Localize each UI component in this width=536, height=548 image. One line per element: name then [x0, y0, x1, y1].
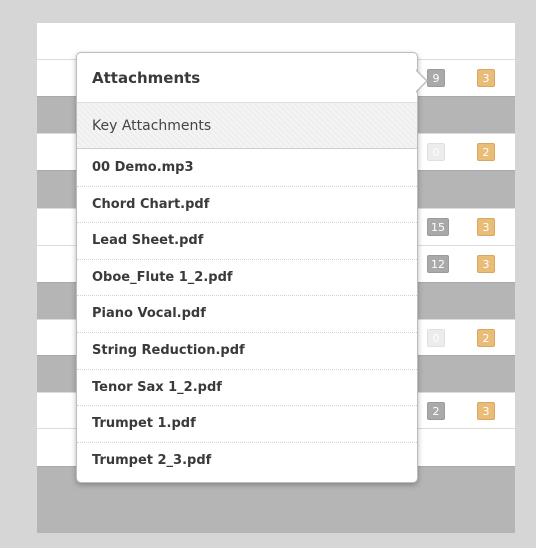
secondary-count-badge[interactable]: 2	[477, 143, 495, 161]
attachments-popover: Attachments Key Attachments 00 Demo.mp3 …	[76, 52, 428, 483]
attachment-item[interactable]: Trumpet 2_3.pdf	[77, 443, 417, 480]
key-attachments-header: Key Attachments	[77, 103, 417, 149]
attachment-item[interactable]: 00 Demo.mp3	[77, 150, 417, 187]
attachment-item[interactable]: Tenor Sax 1_2.pdf	[77, 370, 417, 407]
attachment-count-badge[interactable]: 9	[427, 69, 445, 87]
attachment-count-badge[interactable]: 12	[427, 255, 449, 273]
secondary-count-badge[interactable]: 3	[477, 255, 495, 273]
attachment-item[interactable]: Piano Vocal.pdf	[77, 296, 417, 333]
attachment-item[interactable]: Lead Sheet.pdf	[77, 223, 417, 260]
popover-title: Attachments	[77, 53, 417, 103]
secondary-count-badge[interactable]: 3	[477, 218, 495, 236]
attachment-list: 00 Demo.mp3 Chord Chart.pdf Lead Sheet.p…	[77, 150, 417, 479]
attachment-item[interactable]: Chord Chart.pdf	[77, 187, 417, 224]
attachment-count-badge[interactable]: 0	[427, 328, 445, 347]
attachment-item[interactable]: Oboe_Flute 1_2.pdf	[77, 260, 417, 297]
popover-arrow	[415, 69, 428, 93]
attachment-count-badge[interactable]: 2	[427, 401, 445, 420]
attachment-count-badge[interactable]: 15	[427, 218, 449, 236]
secondary-count-badge[interactable]: 3	[477, 69, 495, 87]
attachment-item[interactable]: String Reduction.pdf	[77, 333, 417, 370]
attachment-item[interactable]: Trumpet 1.pdf	[77, 406, 417, 443]
secondary-count-badge[interactable]: 3	[477, 401, 495, 420]
secondary-count-badge[interactable]: 2	[477, 328, 495, 347]
attachment-count-badge[interactable]: 0	[427, 143, 445, 161]
